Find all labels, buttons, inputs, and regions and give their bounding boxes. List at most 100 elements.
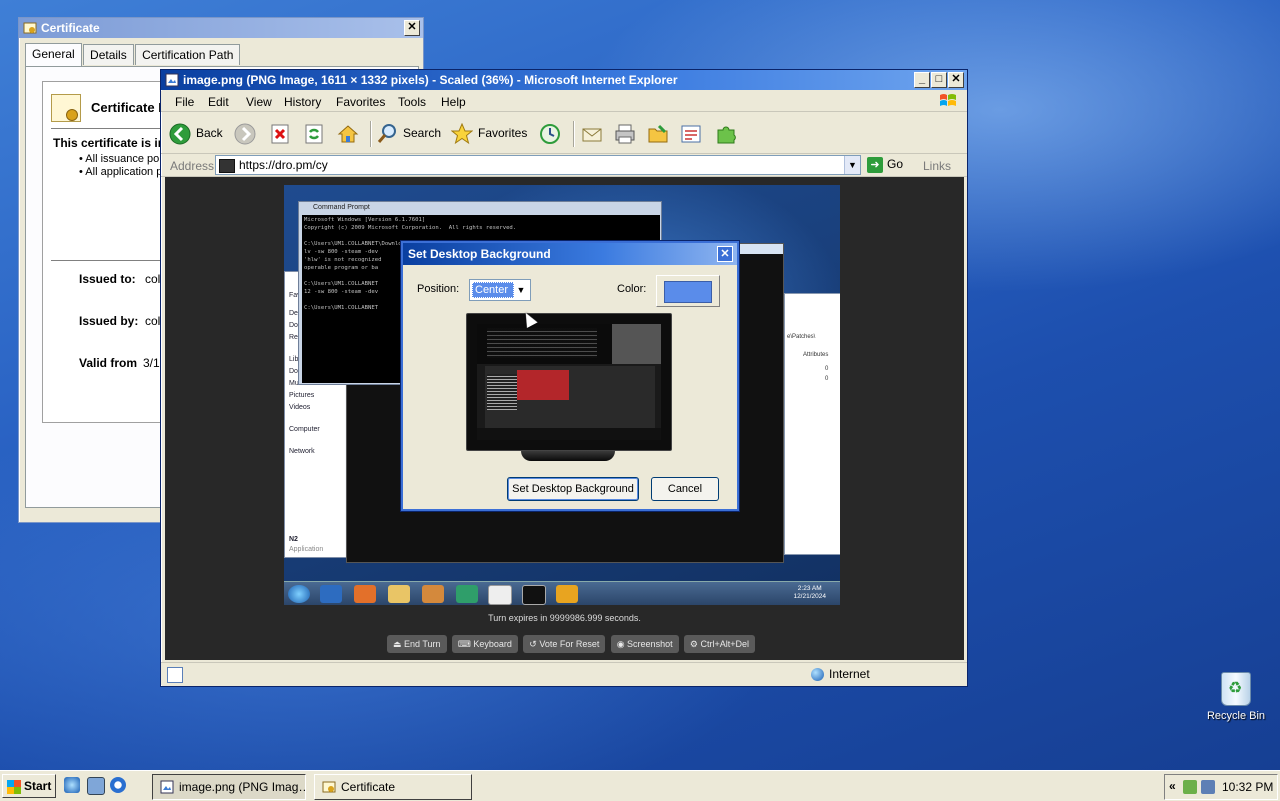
favorites-button[interactable]: Favorites — [451, 121, 527, 145]
end-turn-button[interactable]: ⏏ End Turn — [387, 635, 447, 653]
status-bar: Internet — [161, 662, 967, 685]
print-button[interactable] — [614, 121, 641, 145]
tray-expand-chevron-icon[interactable]: « — [1169, 779, 1176, 793]
certificate-close-button[interactable]: ✕ — [404, 20, 420, 36]
menu-favorites[interactable]: Favorites — [336, 95, 385, 109]
printer-icon — [615, 124, 635, 144]
back-arrow-icon — [169, 123, 191, 145]
mail-button[interactable] — [581, 121, 608, 145]
toolbar-separator — [370, 121, 372, 147]
recycle-bin-icon — [1221, 672, 1251, 706]
certificate-titlebar[interactable]: Certificate ✕ — [19, 18, 423, 38]
media-player-icon[interactable] — [110, 777, 126, 793]
refresh-button[interactable] — [303, 121, 330, 145]
certificate-heading: Certificate I — [91, 100, 162, 115]
discuss-button[interactable] — [680, 121, 707, 145]
end-turn-icon: ⏏ — [393, 639, 405, 649]
minimize-button[interactable]: _ — [914, 72, 930, 88]
remote-desktop-image: Favo De Do Re Libra Do Mu Pictures Video… — [284, 185, 840, 605]
browser-window: image.png (PNG Image, 1611 × 1332 pixels… — [160, 69, 968, 687]
history-button[interactable] — [539, 121, 566, 145]
menu-history[interactable]: History — [284, 95, 321, 109]
tab-general[interactable]: General — [25, 43, 82, 66]
desktop: Recycle Bin Certificate ✕ General Detail… — [0, 0, 1280, 770]
browser-titlebar[interactable]: image.png (PNG Image, 1611 × 1332 pixels… — [161, 70, 967, 90]
show-desktop-icon[interactable] — [87, 777, 105, 795]
tab-details[interactable]: Details — [83, 44, 134, 65]
remote-folder-window: e\Patches\ Attributes 0 0 — [784, 293, 840, 555]
screenshot-button[interactable]: ◉ Screenshot — [610, 635, 679, 653]
gear-icon: ⚙ — [689, 639, 701, 649]
position-select[interactable]: Center ▼ — [469, 279, 531, 301]
cancel-button[interactable]: Cancel — [651, 477, 719, 501]
keyboard-icon: ⌨ — [457, 639, 474, 649]
display-tray-icon[interactable] — [1201, 780, 1215, 794]
back-button[interactable]: Back — [169, 121, 223, 145]
menu-tools[interactable]: Tools — [398, 95, 426, 109]
stop-icon — [271, 124, 289, 144]
menu-view[interactable]: View — [246, 95, 272, 109]
go-arrow-icon: ➜ — [867, 156, 883, 173]
camera-icon: ◉ — [616, 639, 628, 649]
dialog-titlebar[interactable]: Set Desktop Background ✕ — [403, 243, 737, 265]
refresh-icon — [305, 124, 323, 144]
vote-reset-button[interactable]: ↺ Vote For Reset — [523, 635, 606, 653]
tab-certification-path[interactable]: Certification Path — [135, 44, 241, 65]
chevron-down-icon: ▼ — [516, 285, 526, 295]
remote-firefox-icon — [354, 585, 376, 603]
image-file-icon — [165, 73, 179, 87]
remote-clock: 2:23 AM 12/21/2024 — [793, 585, 826, 600]
keyboard-button[interactable]: ⌨ Keyboard — [451, 635, 518, 653]
links-label: Links — [923, 159, 952, 173]
system-tray: « 10:32 PM — [1164, 774, 1278, 800]
extension-button[interactable] — [715, 121, 742, 145]
issued-by-label: Issued by: — [79, 314, 139, 328]
wallpaper-preview — [477, 324, 661, 440]
windows-flag-icon — [7, 779, 21, 794]
set-desktop-background-button[interactable]: Set Desktop Background — [507, 477, 639, 501]
search-button[interactable]: Search — [376, 121, 441, 145]
network-tray-icon[interactable] — [1183, 780, 1197, 794]
favorites-label: Favorites — [478, 126, 528, 140]
page-viewport[interactable]: Favo De Do Re Libra Do Mu Pictures Video… — [165, 177, 964, 660]
close-button[interactable]: ✕ — [948, 72, 964, 88]
menu-file[interactable]: File — [175, 95, 194, 109]
menu-help[interactable]: Help — [441, 95, 466, 109]
edit-button[interactable] — [647, 121, 674, 145]
maximize-button[interactable]: □ — [931, 72, 947, 88]
ctrl-alt-del-button[interactable]: ⚙ Ctrl+Alt+Del — [683, 635, 756, 653]
set-desktop-background-dialog: Set Desktop Background ✕ Position: Cente… — [401, 241, 739, 511]
issued-to-label: Issued to: — [79, 272, 136, 286]
certificate-purpose: This certificate is in — [53, 136, 166, 150]
position-label: Position: — [417, 283, 460, 295]
stop-button[interactable] — [269, 121, 296, 145]
ie-quicklaunch-icon[interactable] — [64, 777, 80, 793]
certificate-title: Certificate — [41, 21, 100, 35]
windows-logo-icon — [940, 94, 956, 106]
menu-edit[interactable]: Edit — [208, 95, 229, 109]
clock[interactable]: 10:32 PM — [1222, 780, 1273, 794]
go-button[interactable]: ➜ Go — [867, 155, 903, 173]
dialog-close-button[interactable]: ✕ — [717, 246, 733, 262]
certificate-bullet: • All application p — [79, 166, 163, 178]
recycle-bin-shortcut[interactable]: Recycle Bin — [1200, 672, 1272, 722]
address-bar: Address https://dro.pm/cy ▼ ➜Go Links » — [161, 154, 967, 187]
puzzle-icon — [717, 126, 736, 144]
taskbar-item-browser[interactable]: image.png (PNG Imag… — [152, 774, 306, 800]
forward-button[interactable] — [234, 121, 261, 145]
search-icon — [377, 123, 396, 143]
reset-icon: ↺ — [529, 639, 540, 649]
recycle-bin-label: Recycle Bin — [1206, 710, 1266, 722]
color-picker-button[interactable] — [656, 275, 720, 307]
star-icon — [451, 122, 473, 145]
globe-icon — [811, 668, 824, 682]
home-button[interactable] — [337, 121, 364, 145]
start-button[interactable]: Start — [2, 774, 56, 798]
taskbar-item-certificate[interactable]: Certificate — [314, 774, 472, 800]
remote-app-icon — [456, 585, 478, 603]
certificate-tabs: General Details Certification Path — [25, 43, 241, 66]
position-value: Center — [472, 282, 514, 298]
browser-toolbar: Back Search Favorites — [161, 113, 967, 154]
address-input[interactable]: https://dro.pm/cy ▼ — [215, 155, 861, 175]
address-dropdown-button[interactable]: ▼ — [844, 156, 860, 174]
